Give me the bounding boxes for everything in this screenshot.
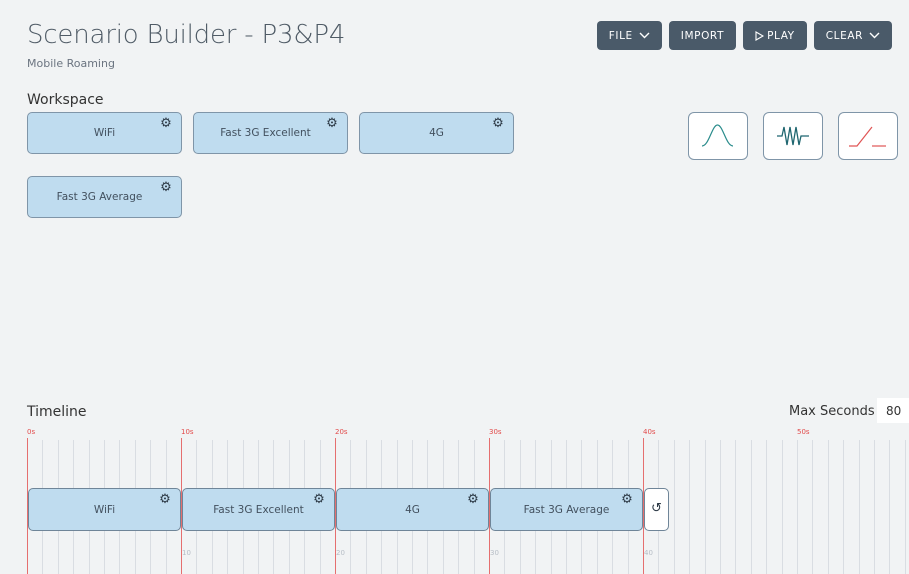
timeline-gridline xyxy=(704,440,706,574)
gear-icon[interactable]: ⚙ xyxy=(620,493,634,507)
clear-button-label: CLEAR xyxy=(825,29,863,42)
max-seconds-input[interactable] xyxy=(877,398,909,423)
ramp-icon xyxy=(849,126,886,147)
timeline-bottom-tick-label: 30 xyxy=(490,549,499,557)
timeline-gridline xyxy=(889,440,891,574)
timeline-tick-label: 10s xyxy=(181,428,194,436)
play-icon xyxy=(755,30,765,41)
bell-curve-button[interactable] xyxy=(688,112,748,160)
workspace-label: Workspace xyxy=(27,92,104,108)
timeline-gridline xyxy=(858,440,860,574)
import-button-label: IMPORT xyxy=(680,29,725,42)
timeline-block[interactable]: Fast 3G Excellent ⚙ xyxy=(182,488,335,531)
timeline-tick-label: 0s xyxy=(27,428,36,436)
timeline-gridline xyxy=(827,440,829,574)
gear-icon[interactable]: ⚙ xyxy=(158,493,172,507)
workspace-block-fast-3g-average[interactable]: Fast 3G Average ⚙ xyxy=(27,176,182,218)
gear-icon[interactable]: ⚙ xyxy=(312,493,326,507)
timeline-gridline xyxy=(750,440,752,574)
gear-icon[interactable]: ⚙ xyxy=(491,117,505,131)
ramp-button[interactable] xyxy=(838,112,898,160)
page-title: Scenario Builder - P3&P4 xyxy=(27,20,346,50)
timeline-tick-label: 40s xyxy=(643,428,656,436)
workspace-block-fast-3g-excellent[interactable]: Fast 3G Excellent ⚙ xyxy=(193,112,348,154)
timeline-bottom-tick-label: 20 xyxy=(336,549,345,557)
timeline-track[interactable]: 0s 10s 20s 30s 40s 50s 10 20 30 40 WiFi ⚙ Fast 3G Ex… xyxy=(27,428,909,574)
timeline-tick-label: 20s xyxy=(335,428,348,436)
block-label: Fast 3G Average xyxy=(56,191,143,203)
timeline-gridline xyxy=(781,440,783,574)
noise-wave-button[interactable] xyxy=(763,112,823,160)
file-button-label: FILE xyxy=(608,29,633,42)
timeline-gridline xyxy=(874,440,875,574)
timeline-tick-label: 50s xyxy=(797,428,810,436)
chevron-down-icon xyxy=(869,32,880,39)
timeline-gridline xyxy=(843,440,845,574)
timeline-bottom-tick-label: 40 xyxy=(644,549,653,557)
timeline-block[interactable]: 4G ⚙ xyxy=(336,488,489,531)
play-button-label: PLAY xyxy=(767,29,795,42)
chevron-down-icon xyxy=(639,32,650,39)
file-button[interactable]: FILE xyxy=(596,21,662,50)
timeline-gridline xyxy=(720,440,721,574)
timeline-gridline xyxy=(689,440,691,574)
play-button[interactable]: PLAY xyxy=(743,21,807,50)
timeline-label: Timeline xyxy=(27,404,87,420)
gear-icon[interactable]: ⚙ xyxy=(159,117,173,131)
timeline-gridline xyxy=(904,440,906,574)
undo-icon[interactable]: ↺ xyxy=(644,488,669,531)
timeline-block[interactable]: Fast 3G Average ⚙ xyxy=(490,488,643,531)
clear-button[interactable]: CLEAR xyxy=(813,21,892,50)
gear-icon[interactable]: ⚙ xyxy=(159,181,173,195)
timeline-gridline xyxy=(673,440,675,574)
gear-icon[interactable]: ⚙ xyxy=(466,493,480,507)
import-button[interactable]: IMPORT xyxy=(668,21,737,50)
timeline-gridline xyxy=(735,440,737,574)
timeline-gridline xyxy=(812,440,814,574)
bell-curve-icon xyxy=(701,124,734,147)
timeline-gridline xyxy=(766,440,768,574)
workspace-block-4g[interactable]: 4G ⚙ xyxy=(359,112,514,154)
noise-wave-icon xyxy=(777,126,809,146)
page-subtitle: Mobile Roaming xyxy=(27,57,115,70)
timeline-block[interactable]: WiFi ⚙ xyxy=(28,488,181,531)
max-seconds-label: Max Seconds xyxy=(789,404,875,419)
gear-icon[interactable]: ⚙ xyxy=(325,117,339,131)
workspace-block-wifi[interactable]: WiFi ⚙ xyxy=(27,112,182,154)
timeline-tick-label: 30s xyxy=(489,428,502,436)
timeline-bottom-tick-label: 10 xyxy=(182,549,191,557)
toolbar: FILE IMPORT PLAY CLEAR xyxy=(596,21,892,50)
timeline-major-gridline xyxy=(797,440,798,574)
block-label: Fast 3G Excellent xyxy=(220,127,311,139)
